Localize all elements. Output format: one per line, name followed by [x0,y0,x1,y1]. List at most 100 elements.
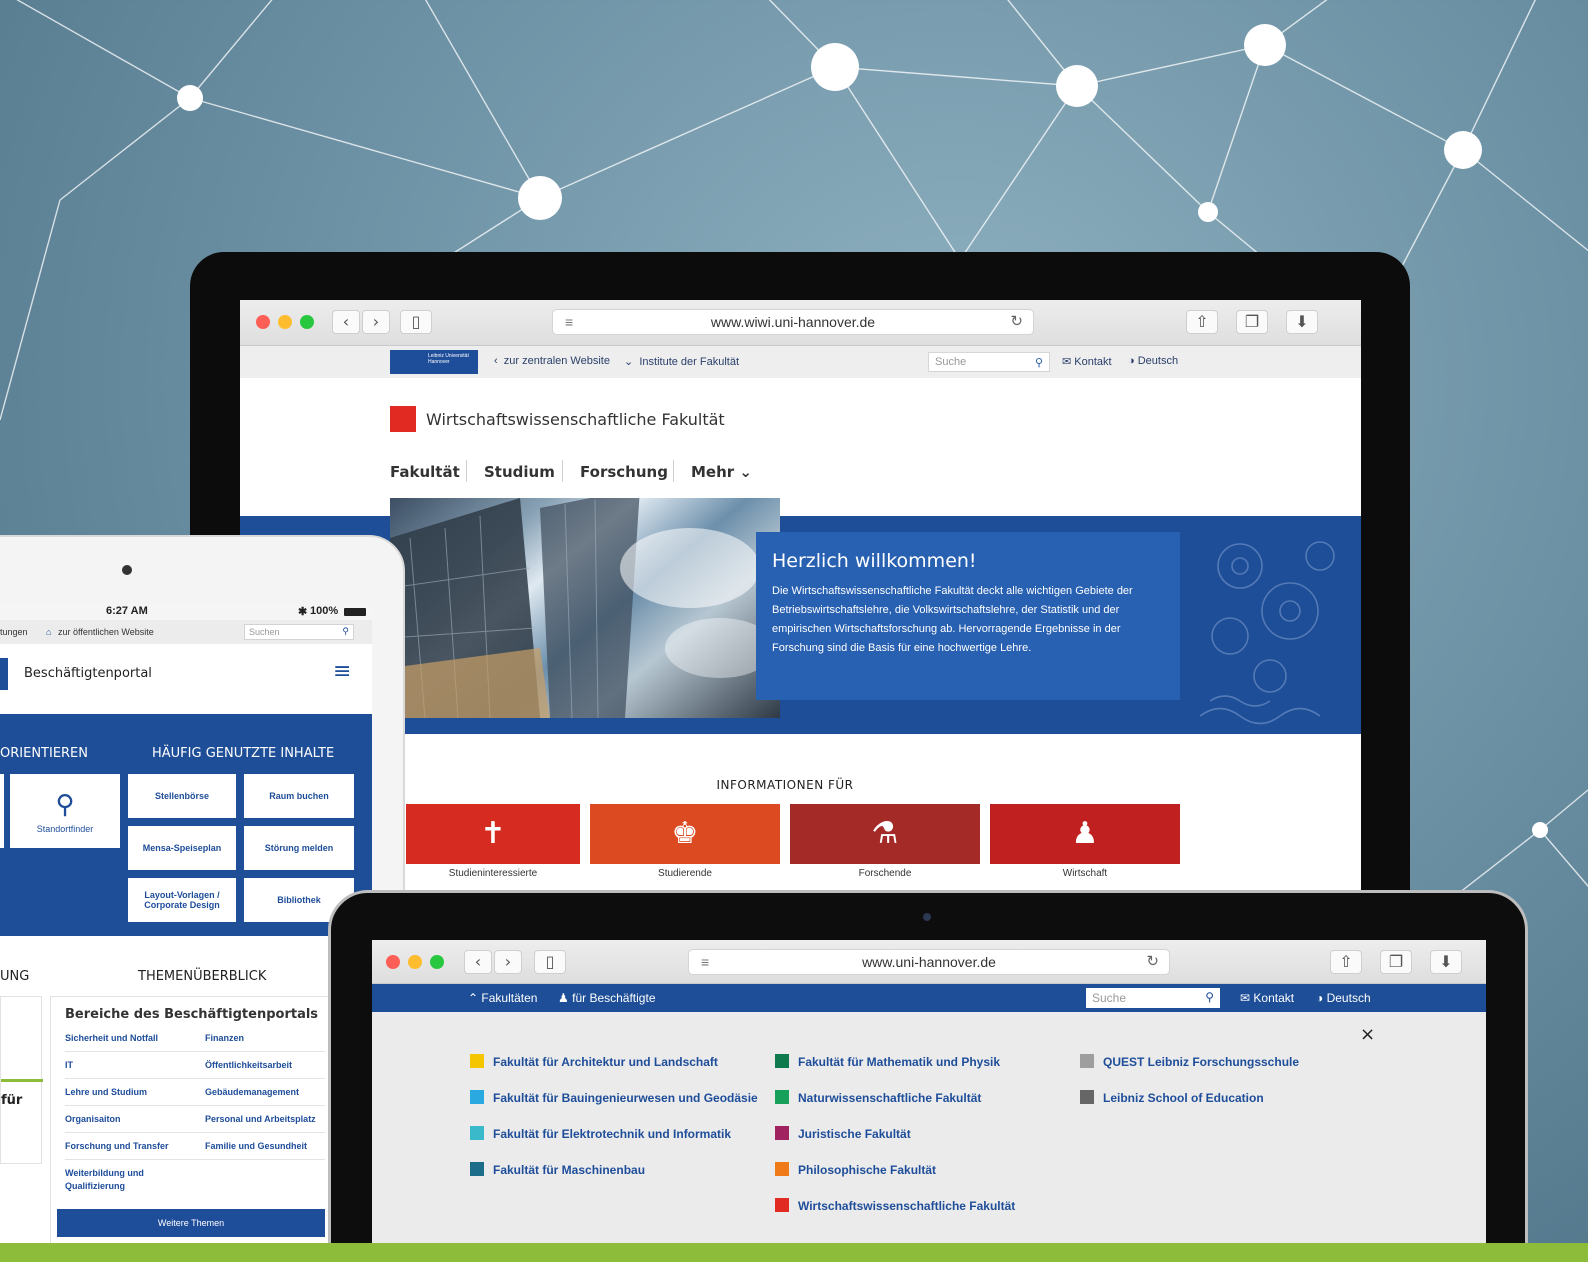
download-icon[interactable]: ⬇ [1430,950,1462,974]
tile-forschende[interactable]: ⚗ [790,804,980,864]
faculty-title[interactable]: Wirtschaftswissenschaftliche Fakultät [426,410,725,429]
faculty-color-square [775,1198,789,1212]
address-bar[interactable]: ≡ www.uni-hannover.de ↻ [688,949,1170,975]
tabs-icon[interactable]: ❐ [1380,950,1412,974]
close-window-button[interactable] [386,955,400,969]
bluetooth-icon: ✱ [298,606,308,618]
area-link[interactable]: Organisaiton [65,1113,121,1126]
share-icon[interactable]: ⇧ [1186,310,1218,334]
orient-heading: ORIENTIEREN [0,746,88,761]
uh-search-input[interactable]: Suche ⚲ [1086,988,1220,1008]
quicklink-layout[interactable]: Layout-Vorlagen / Corporate Design [128,878,236,922]
contact-link[interactable]: ✉ Kontakt [1062,355,1112,368]
topbar-fragment[interactable]: tungen [0,627,28,637]
nav-divider [466,460,467,482]
area-link[interactable]: Weiterbildung und Qualifizierung [65,1167,165,1193]
nav-mehr[interactable]: Mehr ⌄ [691,463,752,481]
orient-tile-partial[interactable] [0,774,4,848]
area-link[interactable]: Lehre und Studium [65,1086,147,1099]
tile-label[interactable]: Wirtschaft [990,868,1180,879]
employees-link[interactable]: ♟ für Beschäftigte [558,991,656,1005]
faculty-link[interactable]: Leibniz School of Education [1080,1090,1264,1105]
faculty-link[interactable]: Fakultät für Elektrotechnik und Informat… [470,1126,731,1141]
site-topbar: Leibniz Universität Hannover ‹ zur zentr… [240,346,1361,378]
reader-icon[interactable]: ≡ [565,310,573,334]
share-icon[interactable]: ⇧ [1330,950,1362,974]
maximize-window-button[interactable] [300,315,314,329]
sidebar-icon[interactable]: ▯ [400,310,432,334]
faculty-link[interactable]: Naturwissenschaftliche Fakultät [775,1090,981,1105]
forward-icon[interactable]: › [494,950,522,974]
sidebar-icon[interactable]: ▯ [534,950,566,974]
back-icon[interactable]: ‹ [464,950,492,974]
area-link[interactable]: Gebäudemanagement [205,1086,299,1099]
hamburger-menu-icon[interactable]: ≡ [333,659,351,684]
tile-wirtschaft[interactable]: ♟ [990,804,1180,864]
faculty-link[interactable]: Fakultät für Architektur und Landschaft [470,1054,718,1069]
quicklink-raum-buchen[interactable]: Raum buchen [244,774,354,818]
forward-icon[interactable]: › [362,310,390,334]
quicklink-mensa[interactable]: Mensa-Speiseplan [128,826,236,870]
themen-heading: THEMENÜBERBLICK [138,969,267,984]
central-website-link[interactable]: ‹ zur zentralen Website [494,355,610,367]
tile-studieninteressierte[interactable]: ✝ [406,804,580,864]
reader-icon[interactable]: ≡ [701,950,709,974]
search-input[interactable]: Suche ⚲ [928,352,1050,372]
nav-studium[interactable]: Studium [484,463,555,481]
faculty-link[interactable]: Philosophische Fakultät [775,1162,936,1177]
tile-label[interactable]: Studierende [590,868,780,879]
minimize-window-button[interactable] [278,315,292,329]
area-link[interactable]: Personal und Arbeitsplatz [205,1113,316,1126]
tablet-search-input[interactable]: Suchen ⚲ [244,624,354,640]
faculty-link[interactable]: Juristische Fakultät [775,1126,911,1141]
contact-link[interactable]: ✉ Kontakt [1240,991,1294,1005]
institutes-dropdown[interactable]: ⌄ Institute der Fakultät [624,355,739,368]
more-topics-button[interactable]: Weitere Themen [57,1209,325,1237]
tabs-icon[interactable]: ❐ [1236,310,1268,334]
search-icon[interactable]: ⚲ [1205,990,1214,1004]
left-card-partial: für [0,996,43,1164]
area-link[interactable]: Forschung und Transfer [65,1140,169,1153]
faculty-link[interactable]: Fakultät für Maschinenbau [470,1162,645,1177]
building-photo [390,498,780,718]
download-icon[interactable]: ⬇ [1286,310,1318,334]
reload-icon[interactable]: ↻ [1010,310,1023,334]
area-link[interactable]: Sicherheit und Notfall [65,1032,158,1045]
faculty-color-square [1080,1054,1094,1068]
nav-fakultaet[interactable]: Fakultät [390,463,460,481]
close-icon[interactable]: × [1360,1024,1375,1045]
portal-title[interactable]: Beschäftigtenportal [24,666,152,681]
tile-label[interactable]: Forschende [790,868,980,879]
reload-icon[interactable]: ↻ [1146,950,1159,974]
faculty-link[interactable]: Fakultät für Mathematik und Physik [775,1054,1000,1069]
back-icon[interactable]: ‹ [332,310,360,334]
faculty-color-square [775,1090,789,1104]
tile-studierende[interactable]: ♚ [590,804,780,864]
area-link[interactable]: Familie und Gesundheit [205,1140,307,1153]
luh-logo[interactable]: Leibniz Universität Hannover [390,350,478,374]
faculty-link[interactable]: QUEST Leibniz Forschungsschule [1080,1054,1299,1069]
faculty-link[interactable]: Fakultät für Bauingenieurwesen und Geodä… [470,1090,758,1105]
search-icon[interactable]: ⚲ [342,626,349,637]
search-icon[interactable]: ⚲ [1035,356,1043,369]
quicklink-stoerung[interactable]: Störung melden [244,826,354,870]
language-switch[interactable]: ◑ Deutsch [1316,991,1371,1005]
tablet-topbar: tungen ⌂ zur öffentlichen Website Suchen… [0,620,372,644]
tile-label[interactable]: Studieninteressierte [406,868,580,879]
area-link[interactable]: IT [65,1059,73,1072]
close-window-button[interactable] [256,315,270,329]
maximize-window-button[interactable] [430,955,444,969]
area-link[interactable]: Öffentlichkeitsarbeit [205,1059,292,1072]
language-switch[interactable]: ◑ Deutsch [1128,355,1178,367]
minimize-window-button[interactable] [408,955,422,969]
welcome-text: Die Wirtschaftswissenschaftliche Fakultä… [772,585,1133,654]
standortfinder-tile[interactable]: ⚲ Standortfinder [10,774,120,848]
public-website-link[interactable]: zur öffentlichen Website [58,627,154,637]
address-bar[interactable]: ≡ www.wiwi.uni-hannover.de ↻ [552,309,1034,335]
nav-forschung[interactable]: Forschung [580,463,668,481]
faculties-toggle[interactable]: ⌃ Fakultäten [468,991,537,1005]
map-pin-icon: ⚲ [55,788,75,819]
area-link[interactable]: Finanzen [205,1032,244,1045]
faculty-link[interactable]: Wirtschaftswissenschaftliche Fakultät [775,1198,1015,1213]
quicklink-stellenboerse[interactable]: Stellenbörse [128,774,236,818]
